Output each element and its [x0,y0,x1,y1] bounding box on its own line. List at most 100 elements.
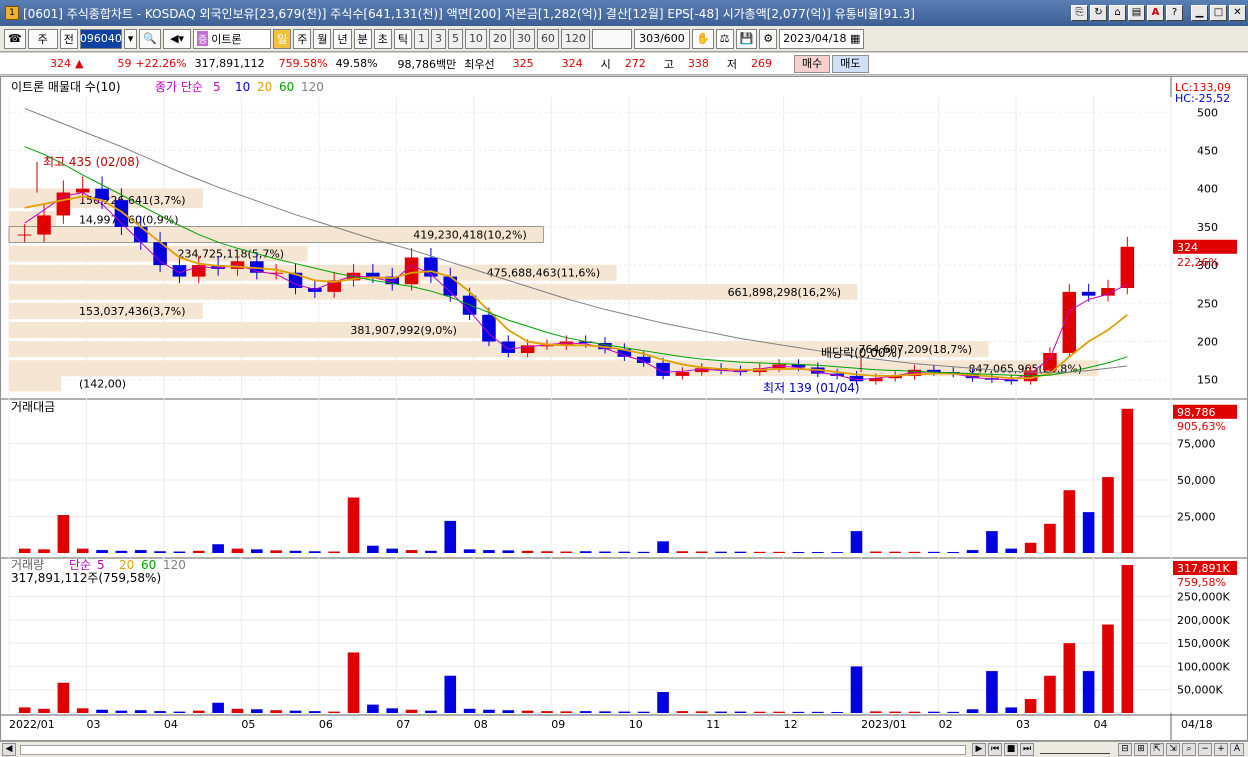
period-tick[interactable]: 틱 [393,28,412,49]
settings-icon[interactable]: ⚙ [759,28,778,49]
volume-bar [1121,564,1134,713]
interval-10[interactable]: 10 [464,28,487,49]
period-week[interactable]: 주 [293,28,312,49]
interval-3[interactable]: 3 [430,28,446,49]
custom-interval-input[interactable] [591,28,632,49]
x-tick-label: 11 [706,718,720,731]
volume-bar [192,710,205,713]
volume-bar [328,711,340,713]
close-button[interactable]: ✕ [1229,5,1246,21]
volume-bar [657,692,669,713]
market-select[interactable]: 주 [27,28,58,49]
zoom-in-icon[interactable]: + [1214,743,1228,756]
tool-2-icon[interactable]: ⊞ [1134,743,1148,756]
calendar-icon[interactable]: ▦ [850,32,860,45]
volume-bar [231,708,244,713]
font-icon[interactable]: A [1147,5,1164,21]
phone-icon[interactable]: ☎ [4,28,26,49]
volume-bar [502,710,515,713]
volume-bar [38,708,50,713]
amount-bar [908,551,921,553]
volume-bars [18,564,1134,713]
auto-icon[interactable]: A [1230,743,1244,756]
amount-bar [134,550,147,553]
amount-bar [192,550,205,553]
volume-bar [850,666,863,713]
last-button[interactable]: ⏭ [1020,743,1034,756]
first-button[interactable]: ⏮ [988,743,1002,756]
period-minute[interactable]: 분 [353,28,372,49]
volume-bar [386,708,399,713]
count-input[interactable]: 303/600 [633,28,690,49]
search-icon[interactable]: 🔍 [139,28,162,49]
high: 338 [687,57,709,70]
tool-4-icon[interactable]: ⇲ [1166,743,1180,756]
stock-name-field[interactable]: 증 이트론 [193,28,272,49]
volume-bar [695,711,708,713]
volume-profile-label: 153,037,436(3,7%) [79,305,186,318]
chart-svg[interactable]: 150,037,436(3,7%)150,226,641(3,7%)14,997… [1,77,1247,740]
amount-bar [154,551,166,553]
tool-1-icon[interactable]: ⊟ [1118,743,1132,756]
stock-code-input[interactable]: 096040 [79,28,122,49]
interval-20[interactable]: 20 [488,28,511,49]
period-day[interactable]: 일 [273,28,292,49]
minimize-button[interactable]: ▁ [1191,5,1208,21]
speaker-icon[interactable]: ◀▾ [163,28,192,49]
save-icon[interactable]: 💾 [735,28,758,49]
best-ask-label: 최우선 [464,57,495,71]
lock-icon[interactable]: ⌂ [1109,5,1126,21]
period-month[interactable]: 월 [313,28,332,49]
compare-icon[interactable]: ⚖ [715,28,734,49]
amount-bar [386,548,399,553]
volume-bar [792,711,805,713]
volume-profile-label: 419,230,418(10,2%) [413,229,527,242]
interval-120[interactable]: 120 [560,28,590,49]
interval-5[interactable]: 5 [447,28,463,49]
amount-bar [850,531,863,553]
low-label: 저 [726,57,738,71]
link-icon[interactable]: ⎘ [1071,5,1088,21]
refresh-icon[interactable]: ↻ [1090,5,1107,21]
candle-body [675,372,690,376]
scroll-left-button[interactable]: ◀ [2,743,16,756]
volume-bar [1024,699,1037,713]
period-second[interactable]: 초 [373,28,392,49]
dropdown-icon[interactable]: ▾ [123,28,138,49]
maximize-button[interactable]: □ [1210,5,1227,21]
volume-ma-legend-5: 5 [97,558,105,572]
zoom-slider[interactable] [1040,746,1110,754]
period-year[interactable]: 년 [333,28,352,49]
volume-ma-legend-120: 120 [163,558,186,572]
candle-body [424,257,438,277]
amount-bar [367,545,379,553]
candle-body [75,188,90,193]
date-input[interactable]: 2023/04/18 ▦ [779,28,865,49]
zoom-out-icon[interactable]: − [1198,743,1212,756]
sell-button[interactable]: 매도 [832,54,869,73]
help-icon[interactable]: ? [1166,5,1183,21]
volume-bar [18,707,31,713]
amount-bar [444,520,457,553]
volume-bar [966,709,979,713]
volume-bar [773,711,785,713]
interval-60[interactable]: 60 [536,28,559,49]
scrollbar[interactable] [20,744,966,755]
chart-area[interactable]: 150,037,436(3,7%)150,226,641(3,7%)14,997… [0,76,1248,741]
zoom-icon[interactable]: ⌕ [1182,743,1196,756]
volume-bar [154,711,166,713]
buy-button[interactable]: 매수 [794,54,831,73]
low: 269 [751,57,773,70]
stop-button[interactable]: ■ [1004,743,1018,756]
interval-30[interactable]: 30 [512,28,535,49]
volume-tick-label: 150,000K [1177,637,1230,650]
prev-button[interactable]: 전 [59,28,78,49]
volume-bar [734,711,747,713]
interval-1[interactable]: 1 [413,28,429,49]
tool-3-icon[interactable]: ⇱ [1150,743,1164,756]
play-button[interactable]: ▶ [972,743,986,756]
split-icon[interactable]: ▤ [1128,5,1145,21]
volume-bar [1102,624,1114,713]
amount-bar [734,551,747,553]
hand-tool-icon[interactable]: ✋ [691,28,714,49]
